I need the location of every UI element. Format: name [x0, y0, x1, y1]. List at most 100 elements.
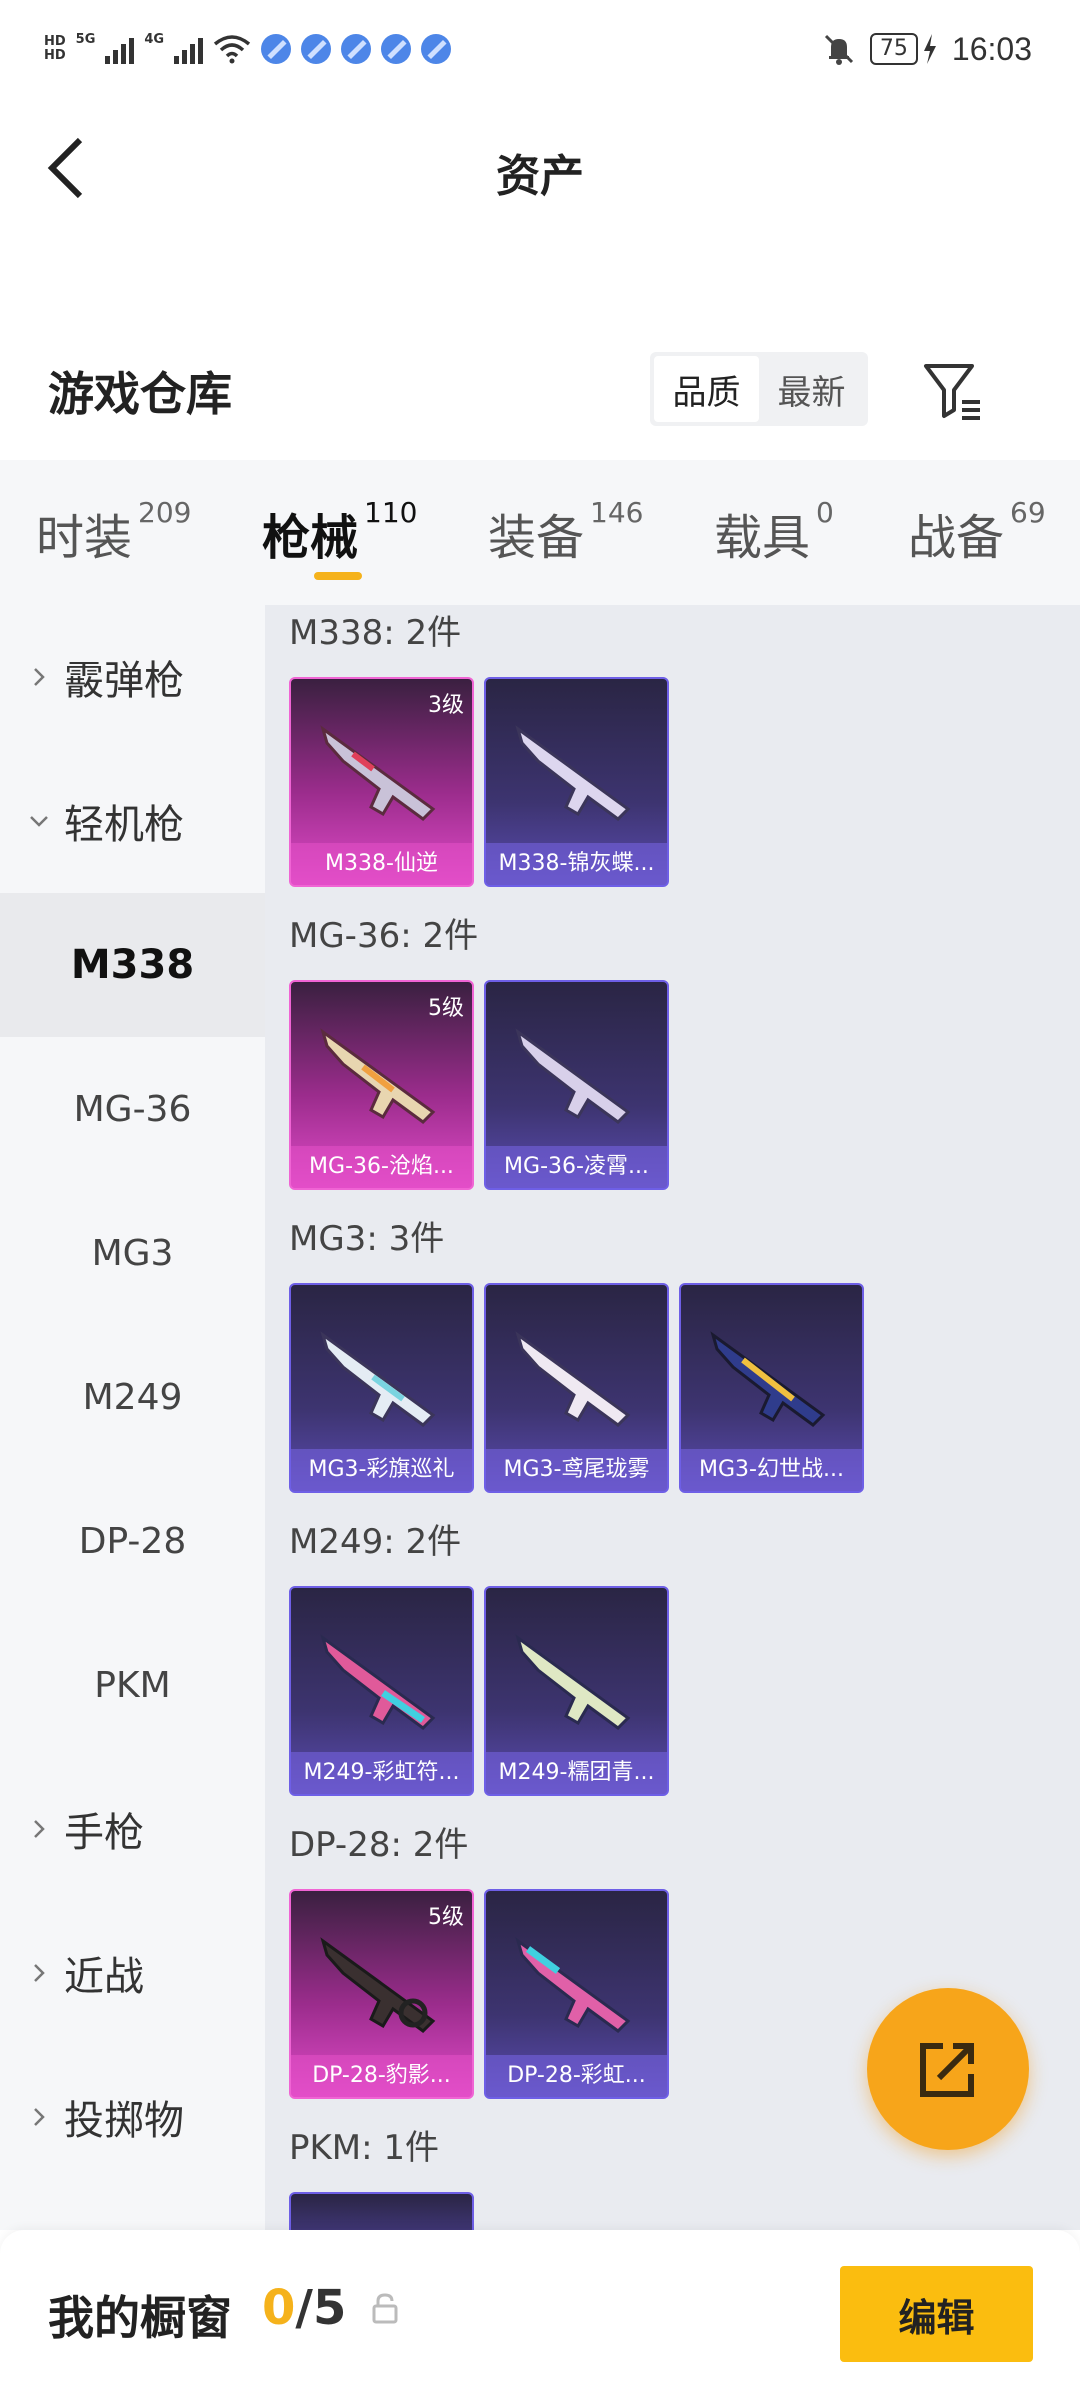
item-card[interactable]: M338-锦灰蝶... — [484, 677, 669, 887]
item-card[interactable] — [289, 2192, 474, 2230]
item-name: M249-糯团青... — [486, 1752, 667, 1794]
item-name: MG-36-凌霄... — [486, 1146, 667, 1188]
item-level: 5级 — [428, 996, 464, 1021]
sidebar-item-m249[interactable]: M249 — [0, 1325, 265, 1469]
sidebar-group-melee[interactable]: 近战 — [0, 1901, 265, 2045]
item-name: M338-仙逆 — [291, 843, 472, 885]
section-title: MG3: 3件 — [289, 1219, 445, 1259]
sidebar-item-pkm[interactable]: PKM — [0, 1613, 265, 1757]
signal-icon — [174, 34, 204, 64]
hd-bottom: HD — [44, 48, 66, 63]
item-grid: M338: 2件 3级 M338-仙逆 M338-锦灰蝶... MG-36: 2… — [265, 605, 1080, 2230]
tab-label: 载具 — [714, 510, 811, 566]
network-type-1: 5G — [75, 31, 96, 47]
item-name: MG-36-沧焰... — [291, 1146, 472, 1188]
filter-icon[interactable] — [920, 358, 986, 424]
section-title: M249: 2件 — [289, 1522, 462, 1562]
tab-count: 110 — [364, 496, 418, 529]
item-card[interactable]: 5级 MG-36-沧焰... — [289, 980, 474, 1190]
app-header: 资产 — [0, 100, 1080, 240]
sidebar-group-shotgun[interactable]: 霰弹枪 — [0, 605, 265, 749]
item-name: DP-28-豹影... — [291, 2055, 472, 2097]
chevron-right-icon — [34, 2108, 45, 2126]
sidebar-item-dp28[interactable]: DP-28 — [0, 1469, 265, 1613]
tab-label: 枪械 — [262, 510, 359, 566]
category-tabs: 时装 209 枪械 110 装备 146 载具 0 战备 69 — [0, 460, 1080, 605]
chevron-right-icon — [34, 668, 45, 686]
wifi-icon — [213, 35, 251, 64]
item-card[interactable]: MG3-幻世战... — [679, 1283, 864, 1493]
section-pkm: PKM: 1件 — [289, 2120, 474, 2230]
status-left: HD HD 5G 4G — [44, 24, 452, 74]
item-card[interactable]: M249-彩虹符... — [289, 1586, 474, 1796]
item-card[interactable]: MG3-鸢尾珑雾 — [484, 1283, 669, 1493]
item-card[interactable]: MG3-彩旗巡礼 — [289, 1283, 474, 1493]
sidebar-group-lmg[interactable]: 轻机枪 — [0, 749, 265, 893]
section-title: M338: 2件 — [289, 613, 462, 653]
hd-indicator: HD HD — [44, 35, 66, 63]
gun-skin-icon — [320, 1634, 436, 1730]
sidebar-group-label: 投掷物 — [64, 2098, 184, 2144]
gun-skin-icon — [515, 1331, 631, 1427]
gun-skin-icon — [710, 1331, 826, 1427]
item-name: MG3-彩旗巡礼 — [291, 1449, 472, 1491]
status-bar: HD HD 5G 4G 75 16:03 — [0, 0, 1080, 100]
gun-skin-icon — [320, 1937, 436, 2033]
showcase-count: 0/5 — [262, 2280, 346, 2336]
section-m338: M338: 2件 3级 M338-仙逆 M338-锦灰蝶... — [289, 605, 669, 887]
section-dp28: DP-28: 2件 5级 DP-28-豹影... DP-28-彩虹... — [289, 1817, 669, 2099]
sidebar-group-label: 轻机枪 — [64, 802, 184, 848]
item-level: 5级 — [428, 1905, 464, 1930]
sidebar-item-mg36[interactable]: MG-36 — [0, 1037, 265, 1181]
item-card[interactable]: 3级 M338-仙逆 — [289, 677, 474, 887]
tab-count: 146 — [590, 496, 644, 529]
item-card[interactable]: MG-36-凌霄... — [484, 980, 669, 1190]
charging-icon — [923, 34, 936, 64]
tab-firearms[interactable]: 枪械 110 — [262, 496, 418, 568]
tab-label: 战备 — [908, 510, 1005, 566]
tab-label: 装备 — [488, 510, 585, 566]
tab-supplies[interactable]: 战备 69 — [908, 496, 1046, 568]
share-fab[interactable] — [867, 1988, 1029, 2150]
sidebar-item-mg3[interactable]: MG3 — [0, 1181, 265, 1325]
section-mg3: MG3: 3件 MG3-彩旗巡礼 MG3-鸢尾珑雾 MG3-幻世战... — [289, 1211, 864, 1493]
tab-equipment[interactable]: 装备 146 — [488, 496, 644, 568]
item-level: 3级 — [428, 693, 464, 718]
showcase-max: 5 — [312, 2280, 347, 2336]
item-card[interactable]: M249-糯团青... — [484, 1586, 669, 1796]
item-card[interactable]: 5级 DP-28-豹影... — [289, 1889, 474, 2099]
sort-by-quality[interactable]: 品质 — [654, 356, 759, 422]
tab-count: 69 — [1010, 496, 1046, 529]
section-title: MG-36: 2件 — [289, 916, 479, 956]
page-title: 资产 — [496, 151, 584, 202]
warehouse-header: 游戏仓库 品质 最新 — [0, 330, 1080, 450]
network-type-2: 4G — [144, 31, 165, 47]
tab-fashion[interactable]: 时装 209 — [36, 496, 191, 568]
sidebar-group-throwables[interactable]: 投掷物 — [0, 2045, 265, 2189]
app-notification-icon — [261, 34, 292, 64]
app-notification-icon — [301, 34, 332, 64]
chevron-right-icon — [34, 1964, 45, 1982]
item-name: MG3-鸢尾珑雾 — [486, 1449, 667, 1491]
edit-button[interactable]: 编辑 — [840, 2266, 1033, 2362]
active-tab-indicator — [314, 572, 362, 580]
section-title: DP-28: 2件 — [289, 1825, 469, 1865]
lock-icon — [372, 2293, 398, 2324]
tab-count: 0 — [816, 496, 834, 529]
item-name: M249-彩虹符... — [291, 1752, 472, 1794]
category-sidebar: 霰弹枪 轻机枪 M338 MG-36 MG3 M249 DP-28 PKM 手枪… — [0, 605, 265, 2230]
sidebar-group-pistol[interactable]: 手枪 — [0, 1757, 265, 1901]
sidebar-item-m338[interactable]: M338 — [0, 893, 265, 1037]
chevron-right-icon — [34, 1820, 45, 1838]
tab-vehicles[interactable]: 载具 0 — [714, 496, 834, 568]
gun-skin-icon — [320, 1028, 436, 1124]
sort-toggle: 品质 最新 — [650, 352, 868, 426]
sidebar-group-label: 近战 — [64, 1954, 144, 2000]
sort-by-newest[interactable]: 最新 — [759, 356, 864, 422]
app-notification-icon — [341, 34, 372, 64]
gun-skin-icon — [515, 1028, 631, 1124]
section-mg36: MG-36: 2件 5级 MG-36-沧焰... MG-36-凌霄... — [289, 908, 669, 1190]
showcase-current: 0 — [262, 2280, 296, 2336]
status-right: 75 16:03 — [822, 24, 1032, 74]
item-card[interactable]: DP-28-彩虹... — [484, 1889, 669, 2099]
